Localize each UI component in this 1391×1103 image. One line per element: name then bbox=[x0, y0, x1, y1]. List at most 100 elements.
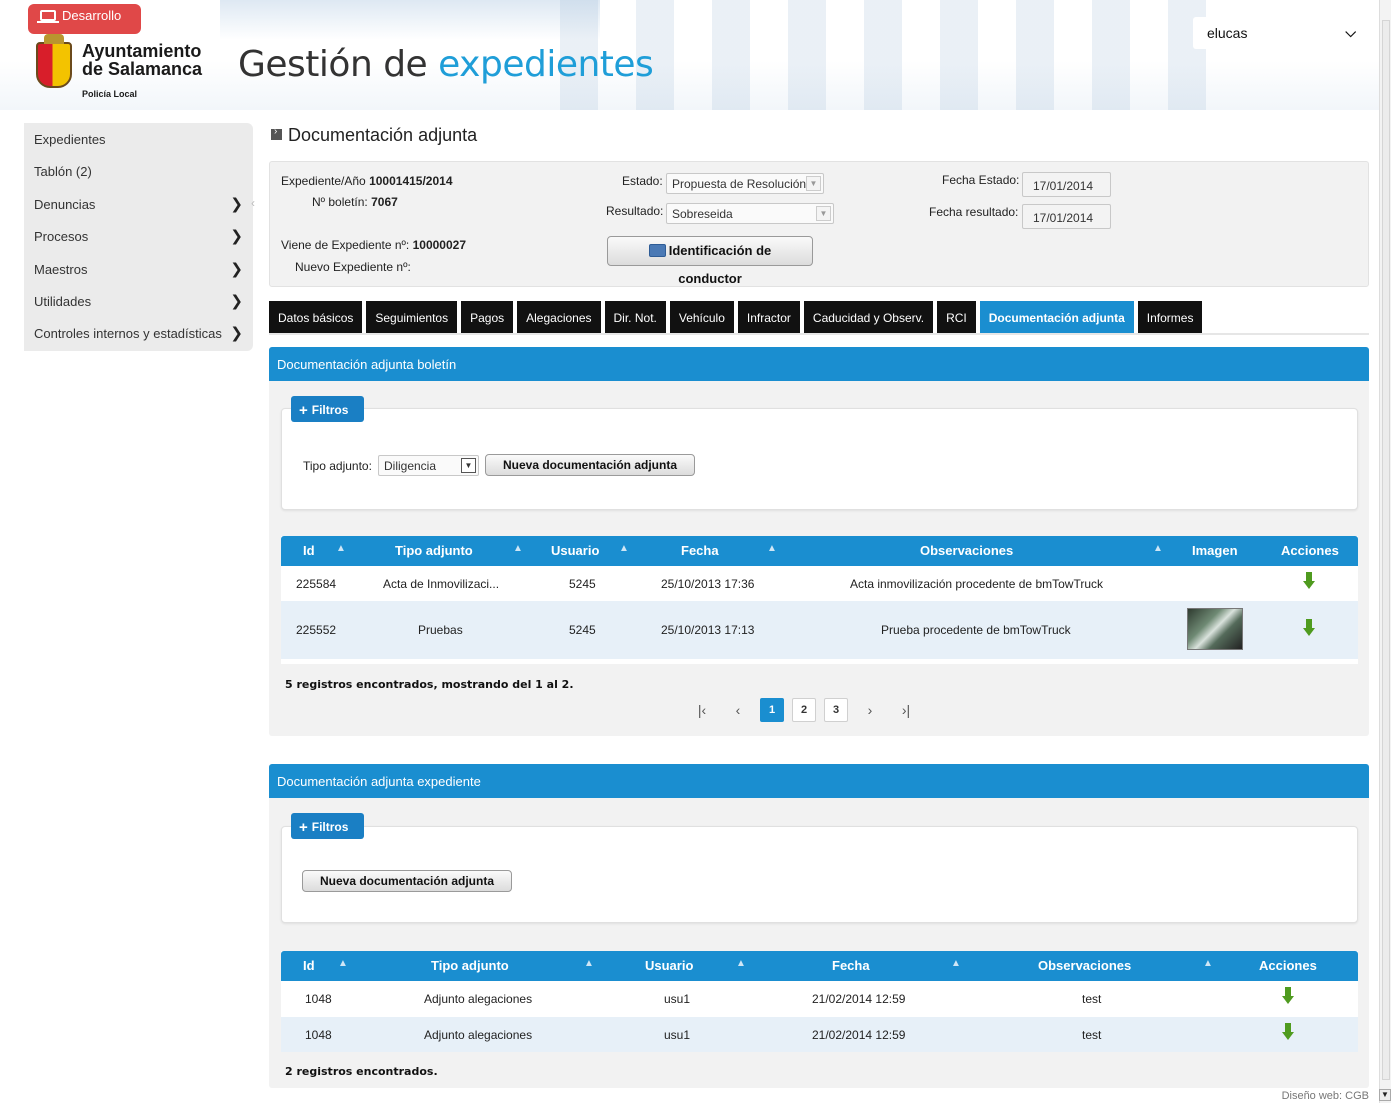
sort-icon[interactable]: ▲ bbox=[513, 543, 523, 554]
page-scrollbar[interactable] bbox=[1379, 0, 1391, 1103]
filters-toggle-button[interactable]: + Filtros bbox=[291, 813, 364, 839]
page-title: Documentación adjunta bbox=[271, 125, 477, 146]
tab-dir-not[interactable]: Dir. Not. bbox=[604, 301, 666, 333]
identificacion-conductor-button[interactable]: Identificación de conductor bbox=[607, 236, 813, 286]
sort-icon[interactable]: ▲ bbox=[1153, 543, 1163, 554]
cell-fecha: 25/10/2013 17:36 bbox=[661, 577, 755, 591]
expediente-label: Expediente/Año bbox=[281, 174, 366, 188]
tab-caducidad[interactable]: Caducidad y Observ. bbox=[803, 301, 934, 333]
tab-informes[interactable]: Informes bbox=[1137, 301, 1203, 333]
sidebar-item-tablon[interactable]: Tablón (2) bbox=[24, 155, 253, 187]
tab-infractor[interactable]: Infractor bbox=[737, 301, 800, 333]
column-header-usuario[interactable]: Usuario bbox=[551, 543, 599, 558]
sidebar-item-expedientes[interactable]: Expedientes bbox=[24, 123, 253, 155]
download-arrow-icon[interactable] bbox=[1282, 1023, 1294, 1041]
column-header-fecha[interactable]: Fecha bbox=[832, 958, 870, 973]
tab-pagos[interactable]: Pagos bbox=[461, 301, 514, 333]
column-header-observaciones[interactable]: Observaciones bbox=[1038, 958, 1131, 973]
laptop-icon bbox=[37, 10, 59, 23]
sort-icon[interactable]: ▲︎ bbox=[336, 543, 346, 554]
user-select[interactable]: elucas ⌵ bbox=[1193, 17, 1368, 49]
filters-label: Filtros bbox=[311, 403, 349, 417]
boletin-value: 7067 bbox=[371, 195, 398, 209]
user-name: elucas bbox=[1207, 25, 1248, 41]
tipo-adjunto-value: Diligencia bbox=[384, 459, 437, 473]
first-page-icon[interactable]: |‹ bbox=[690, 702, 714, 718]
fecha-estado-field: 17/01/2014 bbox=[1022, 172, 1111, 197]
cell-usuario: 5245 bbox=[569, 623, 596, 637]
sidebar-collapse-icon[interactable]: ‹ bbox=[251, 196, 261, 212]
viene-label: Viene de Expediente nº: bbox=[281, 238, 410, 252]
last-page-icon[interactable]: ›| bbox=[894, 702, 918, 718]
footer-credit: Diseño web: CGB bbox=[1281, 1090, 1369, 1102]
column-header-tipo[interactable]: Tipo adjunto bbox=[395, 543, 473, 558]
sidebar-item-denuncias[interactable]: Denuncias ❯ bbox=[24, 188, 253, 220]
filters-label: Filtros bbox=[311, 820, 349, 834]
nuevo-expediente-label: Nuevo Expediente nº: bbox=[295, 260, 411, 274]
sidebar-item-controles[interactable]: Controles internos y estadísticas ❯ bbox=[24, 317, 253, 349]
cell-id: 225552 bbox=[296, 623, 337, 637]
download-arrow-icon[interactable] bbox=[1303, 572, 1315, 590]
logo-title-line1: Ayuntamiento bbox=[82, 41, 202, 61]
environment-label: Desarrollo bbox=[62, 8, 122, 23]
column-header-observaciones[interactable]: Observaciones bbox=[920, 543, 1013, 558]
sidebar-item-procesos[interactable]: Procesos ❯ bbox=[24, 220, 253, 252]
nueva-documentacion-button[interactable]: Nueva documentación adjunta bbox=[302, 870, 512, 892]
expediente-value: 10001415/2014 bbox=[369, 174, 453, 188]
page-button[interactable]: 2 bbox=[792, 698, 816, 722]
prev-page-icon[interactable]: ‹ bbox=[726, 702, 750, 718]
sort-icon[interactable]: ▲ bbox=[951, 958, 961, 969]
sort-icon[interactable]: ▲ bbox=[584, 958, 594, 969]
cell-usuario: 5245 bbox=[569, 577, 596, 591]
cell-fecha: 21/02/2014 12:59 bbox=[812, 992, 906, 1006]
tipo-adjunto-select[interactable]: Diligencia ▼ bbox=[378, 455, 479, 476]
sort-icon[interactable]: ▲ bbox=[338, 958, 348, 969]
page-button[interactable]: 3 bbox=[824, 698, 848, 722]
column-header-usuario[interactable]: Usuario bbox=[645, 958, 693, 973]
logo-title-line2: de Salamanca bbox=[82, 59, 203, 79]
sort-icon[interactable]: ▲ bbox=[1203, 958, 1213, 969]
tab-seguimientos[interactable]: Seguimientos bbox=[366, 301, 458, 333]
tab-vehiculo[interactable]: Vehículo bbox=[669, 301, 734, 333]
column-header-id[interactable]: Id bbox=[303, 543, 315, 558]
sidebar-item-maestros[interactable]: Maestros ❯ bbox=[24, 253, 253, 285]
tipo-adjunto-label: Tipo adjunto: bbox=[303, 459, 372, 473]
sidebar-item-utilidades[interactable]: Utilidades ❯ bbox=[24, 285, 253, 317]
table-row[interactable]: 1048 Adjunto alegaciones usu1 21/02/2014… bbox=[281, 1017, 1358, 1052]
header-background-top bbox=[220, 0, 600, 40]
expediente-field: Expediente/Año 10001415/2014 bbox=[281, 174, 453, 188]
tab-documentacion-adjunta[interactable]: Documentación adjunta bbox=[979, 301, 1134, 333]
download-arrow-icon[interactable] bbox=[1282, 987, 1294, 1005]
estado-select[interactable]: Propuesta de Resolución ▼ bbox=[666, 173, 824, 194]
dropdown-arrow-icon: ▼ bbox=[461, 458, 476, 473]
resultado-select[interactable]: Sobreseida ▼ bbox=[666, 203, 834, 224]
cell-id: 1048 bbox=[305, 1028, 332, 1042]
column-header-fecha[interactable]: Fecha bbox=[681, 543, 719, 558]
cell-observaciones: test bbox=[1082, 1028, 1102, 1042]
page-button[interactable]: 1 bbox=[760, 698, 784, 722]
scroll-down-icon[interactable]: ▼ bbox=[1379, 1089, 1391, 1101]
app-header: Desarrollo Ayuntamiento de Salamanca Pol… bbox=[0, 0, 1391, 110]
nueva-documentacion-button[interactable]: Nueva documentación adjunta bbox=[485, 454, 695, 476]
sort-icon[interactable]: ▲ bbox=[736, 958, 746, 969]
scrollbar-thumb[interactable] bbox=[1382, 20, 1390, 1080]
next-page-icon[interactable]: › bbox=[858, 702, 882, 718]
download-arrow-icon[interactable] bbox=[1303, 619, 1315, 637]
table-row[interactable]: 225584 Acta de Inmovilizaci... 5245 25/1… bbox=[281, 566, 1358, 601]
tab-alegaciones[interactable]: Alegaciones bbox=[517, 301, 601, 333]
column-header-tipo[interactable]: Tipo adjunto bbox=[431, 958, 509, 973]
boletin-documents-table: Id ▲︎ Tipo adjunto ▲ Usuario ▲ Fecha ▲ O… bbox=[281, 536, 1358, 664]
table-row[interactable]: 225552 Pruebas 5245 25/10/2013 17:13 Pru… bbox=[281, 601, 1358, 659]
tab-datos-basicos[interactable]: Datos básicos bbox=[269, 301, 363, 333]
attachment-thumbnail[interactable] bbox=[1187, 608, 1243, 650]
sort-icon[interactable]: ▲ bbox=[767, 543, 777, 554]
table-row[interactable]: 1048 Adjunto alegaciones usu1 21/02/2014… bbox=[281, 981, 1358, 1017]
cell-id: 1048 bbox=[305, 992, 332, 1006]
sort-icon[interactable]: ▲ bbox=[619, 543, 629, 554]
column-header-id[interactable]: Id bbox=[303, 958, 315, 973]
page-title-text: Documentación adjunta bbox=[288, 125, 478, 145]
tab-rci[interactable]: RCI bbox=[937, 301, 976, 333]
expediente-tabs: Datos básicos Seguimientos Pagos Alegaci… bbox=[269, 301, 1206, 335]
filters-toggle-button[interactable]: + Filtros bbox=[291, 396, 364, 422]
fecha-estado-label: Fecha Estado: bbox=[942, 173, 1020, 187]
